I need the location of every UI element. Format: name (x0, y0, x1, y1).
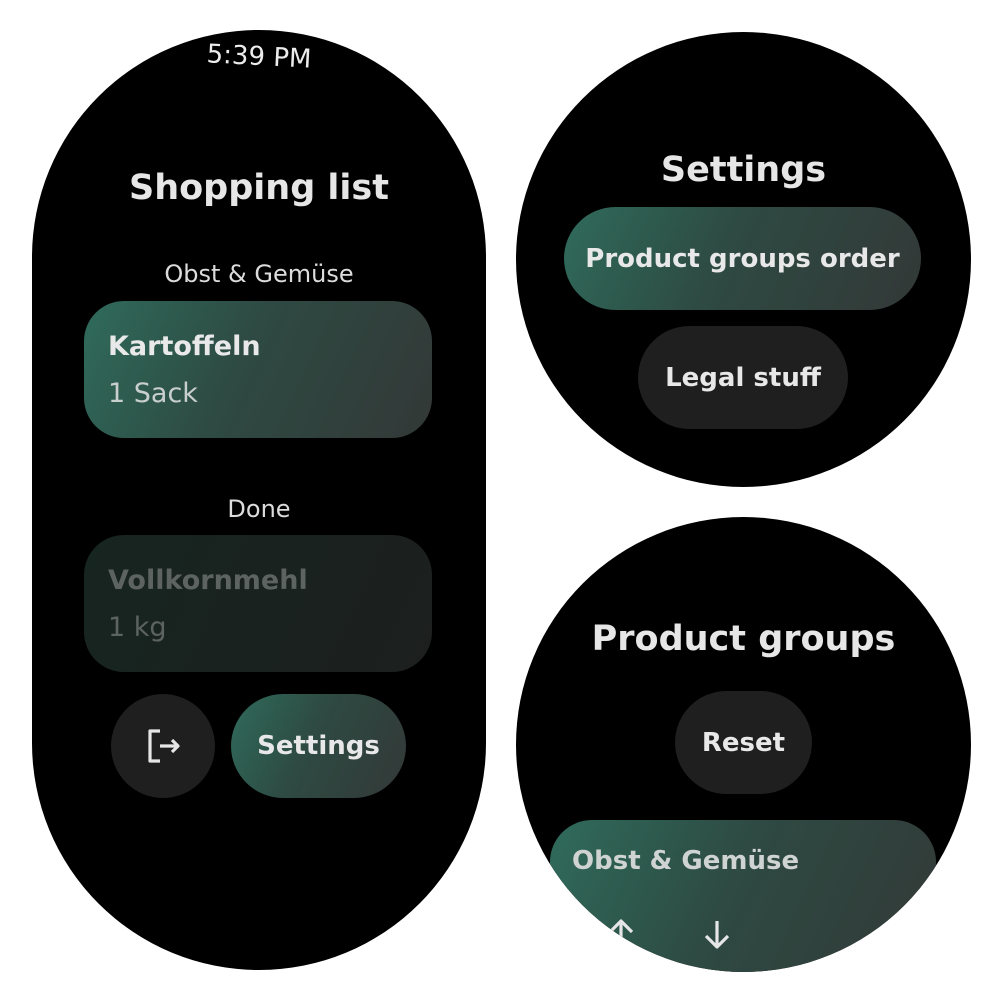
product-groups-order-button[interactable]: Product groups order (564, 207, 921, 310)
product-groups-screen: Product groups Reset Obst & Gemüse (516, 517, 971, 972)
done-header: Done (227, 495, 291, 523)
logout-button[interactable] (111, 694, 215, 798)
settings-screen: Settings Product groups order Legal stuf… (516, 32, 971, 487)
arrow-up-icon[interactable] (604, 916, 638, 950)
legal-stuff-button[interactable]: Legal stuff (638, 326, 848, 429)
page-title: Shopping list (129, 168, 389, 208)
arrow-down-icon[interactable] (700, 918, 734, 952)
page-title: Settings (660, 150, 827, 190)
page-title: Product groups (591, 619, 896, 659)
shopping-list-screen: 5:39 PM Shopping list Obst & Gemüse Kart… (32, 30, 486, 970)
settings-button[interactable]: Settings (231, 694, 406, 798)
group-header: Obst & Gemüse (164, 260, 354, 288)
clock: 5:39 PM (205, 39, 313, 75)
reset-button[interactable]: Reset (675, 691, 812, 794)
list-item-done[interactable]: Vollkornmehl 1 kg (84, 535, 432, 672)
item-quantity: 1 Sack (108, 378, 198, 409)
logout-icon (143, 726, 183, 766)
item-name: Kartoffeln (108, 331, 261, 362)
product-group-card[interactable]: Obst & Gemüse (550, 820, 936, 972)
item-quantity: 1 kg (108, 612, 167, 643)
group-label: Obst & Gemüse (572, 846, 800, 876)
item-name: Vollkornmehl (108, 565, 308, 596)
list-item-active[interactable]: Kartoffeln 1 Sack (84, 301, 432, 438)
